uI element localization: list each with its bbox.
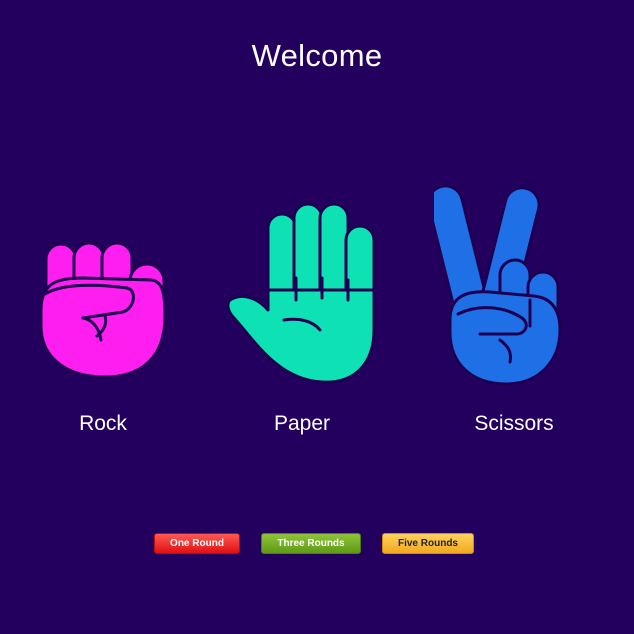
paper-hand-icon bbox=[226, 202, 376, 384]
choice-label: Scissors bbox=[474, 412, 554, 435]
one-round-button[interactable]: One Round bbox=[154, 533, 240, 554]
three-rounds-button[interactable]: Three Rounds bbox=[261, 533, 361, 554]
choice-scissors[interactable]: Scissors bbox=[434, 180, 594, 440]
choice-paper[interactable]: Paper bbox=[222, 180, 382, 440]
choice-label: Paper bbox=[273, 412, 331, 435]
scissors-peace-icon bbox=[434, 184, 562, 386]
page-title: Welcome bbox=[251, 38, 383, 73]
choice-label: Rock bbox=[79, 412, 127, 435]
choice-rock[interactable]: Rock bbox=[23, 180, 183, 440]
rock-fist-icon bbox=[39, 241, 167, 379]
five-rounds-button[interactable]: Five Rounds bbox=[382, 533, 474, 554]
